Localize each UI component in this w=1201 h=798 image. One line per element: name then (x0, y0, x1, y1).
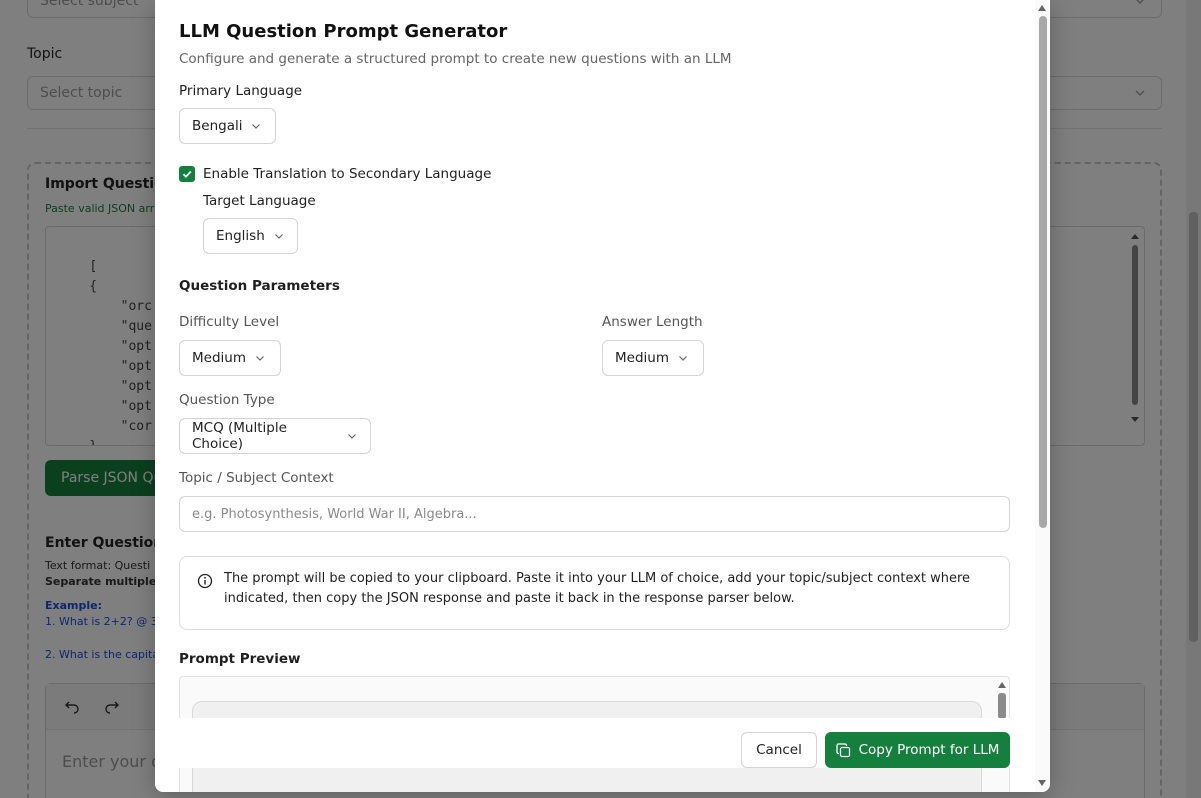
difficulty-select[interactable]: Medium (179, 340, 281, 376)
difficulty-label: Difficulty Level (179, 314, 280, 330)
info-text: The prompt will be copied to your clipbo… (224, 571, 971, 606)
answer-length-value: Medium (615, 350, 669, 366)
question-type-select[interactable]: MCQ (Multiple Choice) (179, 418, 371, 454)
scroll-up-icon[interactable] (998, 682, 1006, 688)
prompt-preview-label: Prompt Preview (179, 651, 301, 667)
chevron-down-icon (348, 434, 356, 439)
check-icon (182, 170, 192, 178)
scroll-down-icon[interactable] (1038, 780, 1046, 786)
answer-length-select[interactable]: Medium (602, 340, 704, 376)
target-language-label: Target Language (203, 193, 316, 209)
dialog-title: LLM Question Prompt Generator (179, 21, 508, 42)
primary-language-select[interactable]: Bengali (179, 108, 276, 144)
dialog-scroll-thumb[interactable] (1039, 16, 1047, 528)
chevron-down-icon (274, 234, 283, 239)
chevron-down-icon (252, 124, 261, 129)
question-type-value: MCQ (Multiple Choice) (192, 420, 287, 452)
scroll-up-icon[interactable] (1038, 5, 1046, 11)
question-parameters-heading: Question Parameters (179, 278, 340, 294)
translation-label: Enable Translation to Secondary Language (203, 166, 492, 182)
target-language-select[interactable]: English (203, 218, 298, 254)
chevron-down-icon (256, 356, 264, 361)
dialog-scrollbar[interactable] (1035, 0, 1050, 792)
cancel-button[interactable]: Cancel (741, 732, 817, 768)
info-callout: The prompt will be copied to your clipbo… (179, 556, 1010, 630)
question-type-label: Question Type (179, 392, 275, 408)
prompt-preview-scroll-thumb[interactable] (998, 693, 1006, 719)
prompt-generator-dialog: LLM Question Prompt Generator Configure … (155, 0, 1050, 792)
answer-length-label: Answer Length (602, 314, 703, 330)
copy-icon (835, 742, 850, 757)
copy-prompt-label: Copy Prompt for LLM (858, 742, 1000, 758)
copy-prompt-button[interactable]: Copy Prompt for LLM (825, 732, 1010, 768)
primary-language-label: Primary Language (179, 83, 303, 99)
target-language-value: English (216, 228, 265, 244)
topic-context-label: Topic / Subject Context (179, 470, 334, 486)
translation-toggle[interactable]: Enable Translation to Secondary Language (179, 166, 491, 182)
difficulty-value: Medium (192, 350, 246, 366)
info-icon (197, 573, 213, 589)
chevron-down-icon (679, 356, 687, 361)
translation-checkbox[interactable] (179, 166, 195, 182)
topic-context-input[interactable] (179, 496, 1010, 532)
primary-language-value: Bengali (192, 118, 243, 134)
dialog-subtitle: Configure and generate a structured prom… (179, 51, 732, 67)
